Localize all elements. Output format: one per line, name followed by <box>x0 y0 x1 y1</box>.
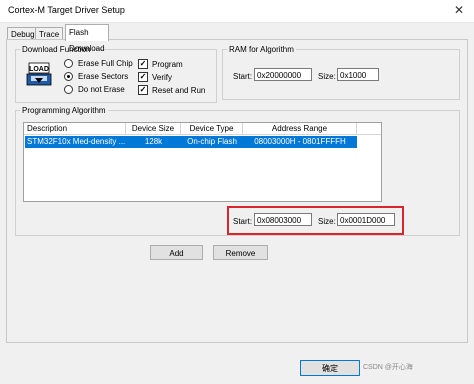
watermark-text: CSDN @开心海 <box>363 364 413 371</box>
cell-device-size: 128k <box>144 137 163 146</box>
algorithm-size-label: Size: <box>318 217 336 226</box>
erase-full-chip-radio[interactable]: Erase Full Chip <box>64 59 133 68</box>
table-header: Description Device Size Device Type Addr… <box>24 123 381 135</box>
reset-and-run-label: Reset and Run <box>152 85 206 95</box>
algorithm-start-label: Start: <box>233 217 253 226</box>
radio-circle <box>64 59 73 68</box>
erase-sectors-radio[interactable]: Erase Sectors <box>64 72 128 81</box>
load-icon: LOAD <box>26 62 52 86</box>
do-not-erase-radio[interactable]: Do not Erase <box>64 85 125 94</box>
ram-size-label: Size: <box>318 72 336 81</box>
erase-full-chip-label: Erase Full Chip <box>78 59 133 68</box>
cell-description: STM32F10x Med-density ... <box>27 137 125 146</box>
reset-and-run-checkbox[interactable]: ✓ Reset and Run <box>138 85 205 95</box>
checkbox-box: ✓ <box>138 85 148 95</box>
ram-for-algorithm-legend: RAM for Algorithm <box>229 45 294 54</box>
column-device-type[interactable]: Device Type <box>181 123 243 134</box>
program-label: Program <box>152 59 183 69</box>
column-address-range[interactable]: Address Range <box>243 123 357 134</box>
algorithm-table[interactable]: Description Device Size Device Type Addr… <box>23 122 382 202</box>
program-checkbox[interactable]: ✓ Program <box>138 59 183 69</box>
algorithm-size-input[interactable]: 0x0001D000 <box>337 213 395 226</box>
erase-sectors-label: Erase Sectors <box>78 72 129 81</box>
title-bar: Cortex-M Target Driver Setup ✕ <box>0 0 474 23</box>
close-icon[interactable]: ✕ <box>454 3 464 17</box>
tab-flash-download[interactable]: Flash Download <box>65 24 109 53</box>
checkbox-box: ✓ <box>138 59 148 69</box>
load-icon-text: LOAD <box>29 66 49 73</box>
radio-circle-selected <box>64 72 73 81</box>
table-row[interactable]: STM32F10x Med-density ... 128k On-chip F… <box>25 136 357 148</box>
radio-circle <box>64 85 73 94</box>
remove-button[interactable]: Remove <box>213 245 268 260</box>
ok-button[interactable]: 确定 <box>300 360 360 376</box>
ram-size-input[interactable]: 0x1000 <box>337 68 379 81</box>
cell-address-range: 08003000H - 0801FFFFH <box>254 137 346 146</box>
ram-start-input[interactable]: 0x20000000 <box>254 68 312 81</box>
column-description[interactable]: Description <box>24 123 126 134</box>
add-button[interactable]: Add <box>150 245 203 260</box>
algorithm-start-input[interactable]: 0x08003000 <box>254 213 312 226</box>
window-title: Cortex-M Target Driver Setup <box>8 5 125 15</box>
verify-checkbox[interactable]: ✓ Verify <box>138 72 172 82</box>
verify-label: Verify <box>152 72 173 82</box>
programming-algorithm-legend: Programming Algorithm <box>22 106 106 115</box>
column-device-size[interactable]: Device Size <box>126 123 181 134</box>
checkbox-box: ✓ <box>138 72 148 82</box>
cell-device-type: On-chip Flash <box>187 137 237 146</box>
ram-start-label: Start: <box>233 72 253 81</box>
do-not-erase-label: Do not Erase <box>78 85 125 94</box>
